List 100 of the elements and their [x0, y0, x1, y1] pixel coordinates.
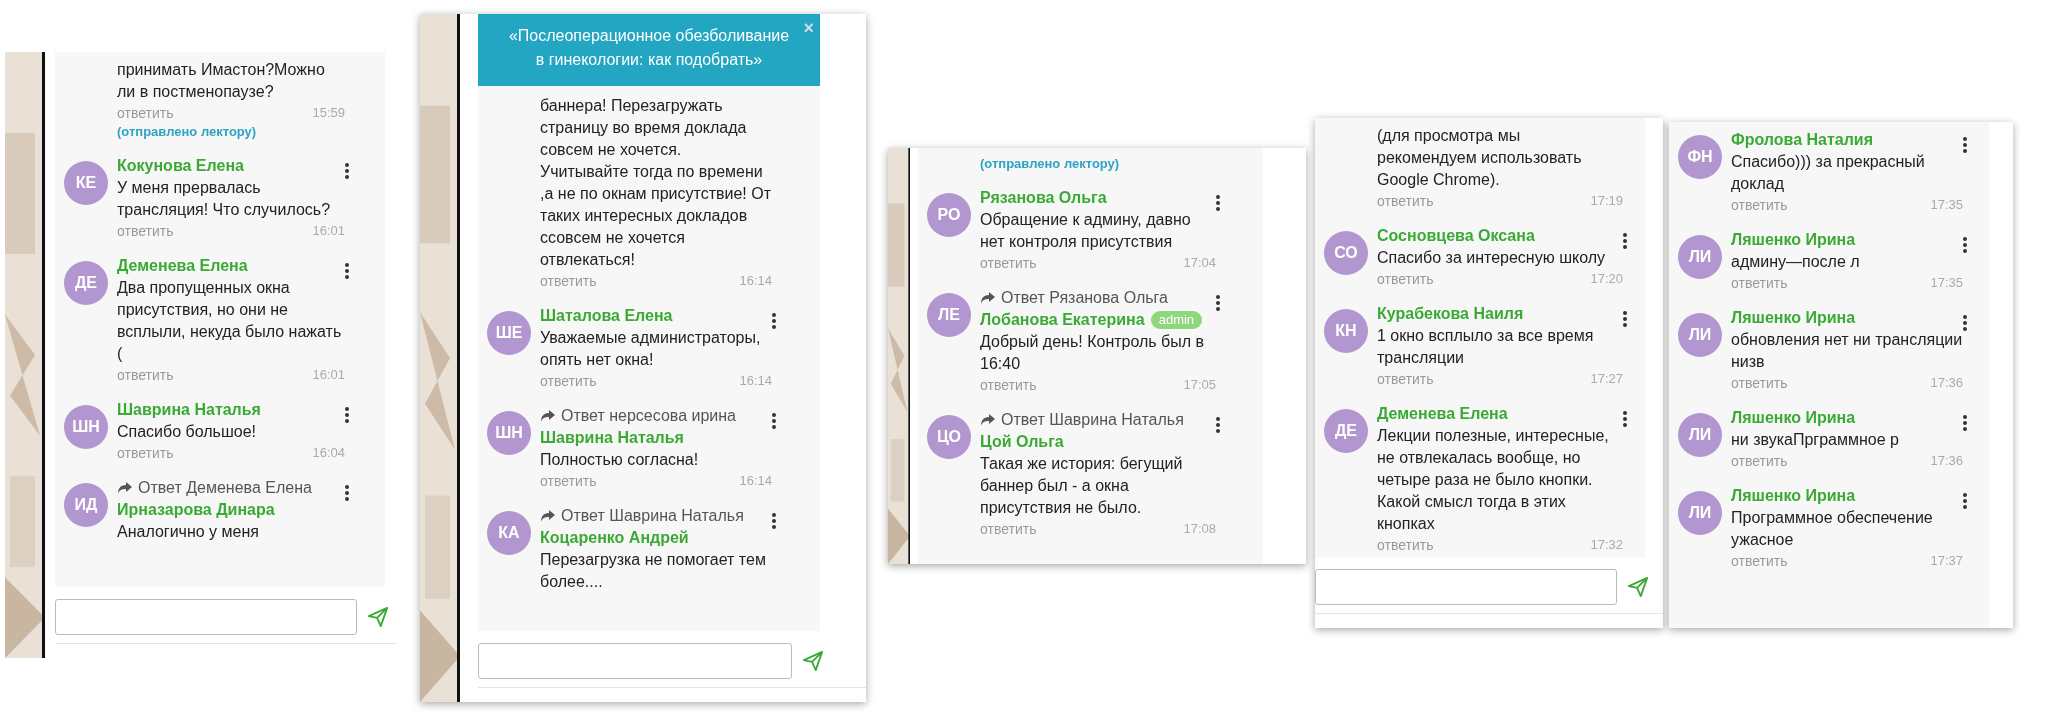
message-time: 17:20: [1590, 270, 1623, 288]
reply-link[interactable]: ответить: [1731, 195, 1788, 215]
user-avatar: ЛИ: [1678, 235, 1722, 279]
sent-note: (отправлено лектору): [117, 123, 258, 141]
more-icon[interactable]: [345, 163, 349, 179]
more-icon[interactable]: [1216, 295, 1220, 311]
author-name: Фролова Наталия: [1731, 130, 1874, 150]
message-text: Обращение к админу, давно нет контроля присутствия: [980, 210, 1192, 252]
reply-link[interactable]: ответить: [980, 519, 1037, 539]
close-button[interactable]: ×: [803, 16, 814, 40]
reply-link[interactable]: ответить: [117, 443, 174, 463]
reply-link[interactable]: ответить: [1377, 269, 1434, 289]
more-icon[interactable]: [1963, 315, 1967, 331]
author-name: Цой Ольга: [980, 432, 1064, 452]
reply-link[interactable]: ответить: [980, 253, 1037, 273]
role-badge: admin: [1150, 311, 1203, 329]
message-time: 17:04: [1183, 254, 1216, 272]
author-name: Лобанова Екатерина: [980, 310, 1145, 330]
reply-arrow-icon: [117, 481, 133, 495]
message-text: обновления нет ни трансляции низв: [1731, 330, 1963, 372]
message-text: баннера! Перезагружать страницу во время доклада совсем не хочется. Учитывайте тогда по времени ,а не по окнам присутствие! От таких интересных докладов ссовсем не хочется отвлекаться!: [540, 96, 772, 270]
more-icon[interactable]: [1963, 137, 1967, 153]
reply-arrow-icon: [980, 413, 996, 427]
message-text: Добрый день! Контроль был в 16:40: [980, 332, 1206, 374]
user-avatar: ШН: [64, 405, 108, 449]
message-time: 16:14: [739, 472, 772, 490]
reply-link[interactable]: ответить: [117, 103, 174, 123]
more-icon[interactable]: [1963, 237, 1967, 253]
more-icon[interactable]: [1623, 233, 1627, 249]
author-name: Шаталова Елена: [540, 306, 673, 326]
user-avatar: ДЕ: [64, 261, 108, 305]
message-text: Перезагрузка не помогает тем более....: [540, 550, 767, 592]
reply-link[interactable]: ответить: [540, 371, 597, 391]
send-icon[interactable]: [1627, 576, 1649, 598]
reply-link[interactable]: ответить: [1377, 369, 1434, 389]
send-icon[interactable]: [802, 650, 824, 672]
message-time: 17:32: [1590, 536, 1623, 554]
more-icon[interactable]: [345, 263, 349, 279]
author-name: Кокунова Елена: [117, 156, 244, 176]
user-avatar: ИД: [64, 483, 108, 527]
more-icon[interactable]: [1623, 411, 1627, 427]
more-icon[interactable]: [1216, 195, 1220, 211]
author-name: Шаврина Наталья: [117, 400, 261, 420]
reply-link[interactable]: ответить: [1731, 273, 1788, 293]
message-time: 17:35: [1930, 274, 1963, 292]
reply-link[interactable]: ответить: [1731, 451, 1788, 471]
message-text: Полностью согласна!: [540, 450, 700, 470]
reply-link[interactable]: ответить: [1377, 191, 1434, 211]
more-icon[interactable]: [345, 485, 349, 501]
reply-link[interactable]: ответить: [1731, 551, 1788, 571]
message-time: 17:05: [1183, 376, 1216, 394]
message-time: 17:36: [1930, 452, 1963, 470]
message-time: 16:01: [312, 222, 345, 240]
user-avatar: КЕ: [64, 161, 108, 205]
reply-arrow-icon: [980, 291, 996, 305]
user-avatar: ЦО: [927, 415, 971, 459]
send-icon[interactable]: [367, 606, 389, 628]
message-time: 16:14: [739, 372, 772, 390]
reply-link[interactable]: ответить: [540, 271, 597, 291]
more-icon[interactable]: [772, 513, 776, 529]
message-text: ни звукаПрграммное р: [1731, 430, 1900, 450]
more-icon[interactable]: [772, 313, 776, 329]
message-text: Такая же история: бегущий баннер был - а окна присутствия не было.: [980, 454, 1184, 518]
message-text: Программное обеспечение ужасное: [1731, 508, 1934, 550]
message-time: 16:14: [739, 272, 772, 290]
user-avatar: РО: [927, 193, 971, 237]
more-icon[interactable]: [772, 413, 776, 429]
reply-link[interactable]: ответить: [117, 365, 174, 385]
reply-link[interactable]: ответить: [1377, 535, 1434, 555]
author-name: Курабекова Наиля: [1377, 304, 1524, 324]
message-time: 17:35: [1930, 196, 1963, 214]
reply-reference: Ответ Шаврина Наталья: [1001, 410, 1184, 430]
reply-link[interactable]: ответить: [117, 221, 174, 241]
reply-link[interactable]: ответить: [540, 471, 597, 491]
user-avatar: СО: [1324, 231, 1368, 275]
message-time: 17:37: [1930, 552, 1963, 570]
message-time: 17:08: [1183, 520, 1216, 538]
message-input[interactable]: [55, 599, 357, 635]
more-icon[interactable]: [1216, 417, 1220, 433]
reply-link[interactable]: ответить: [1731, 373, 1788, 393]
message-text: Аналогично у меня: [117, 522, 260, 542]
author-name: Ляшенко Ирина: [1731, 486, 1856, 506]
message-text: Спасибо большое!: [117, 422, 258, 442]
author-name: Деменева Елена: [1377, 404, 1508, 424]
more-icon[interactable]: [1963, 415, 1967, 431]
author-name: Шаврина Наталья: [540, 428, 684, 448]
more-icon[interactable]: [1963, 493, 1967, 509]
message-text: админу—после л: [1731, 252, 1861, 272]
message-input[interactable]: [1315, 569, 1617, 605]
message-text: Лекции полезные, интересные, не отвлекалась вообще, но четыре раза не было кнопки. Какой смысл тогда в этих кнопках: [1377, 426, 1610, 534]
message-time: 16:04: [312, 444, 345, 462]
more-icon[interactable]: [345, 407, 349, 423]
user-avatar: ЛИ: [1678, 491, 1722, 535]
message-text: (для просмотра мы рекомендуем использовать Google Chrome).: [1377, 126, 1583, 190]
user-avatar: ЛИ: [1678, 313, 1722, 357]
reply-link[interactable]: ответить: [980, 375, 1037, 395]
message-input[interactable]: [478, 643, 792, 679]
more-icon[interactable]: [1623, 311, 1627, 327]
message-text: Спасибо))) за прекрасный доклад: [1731, 152, 1926, 194]
user-avatar: ДЕ: [1324, 409, 1368, 453]
